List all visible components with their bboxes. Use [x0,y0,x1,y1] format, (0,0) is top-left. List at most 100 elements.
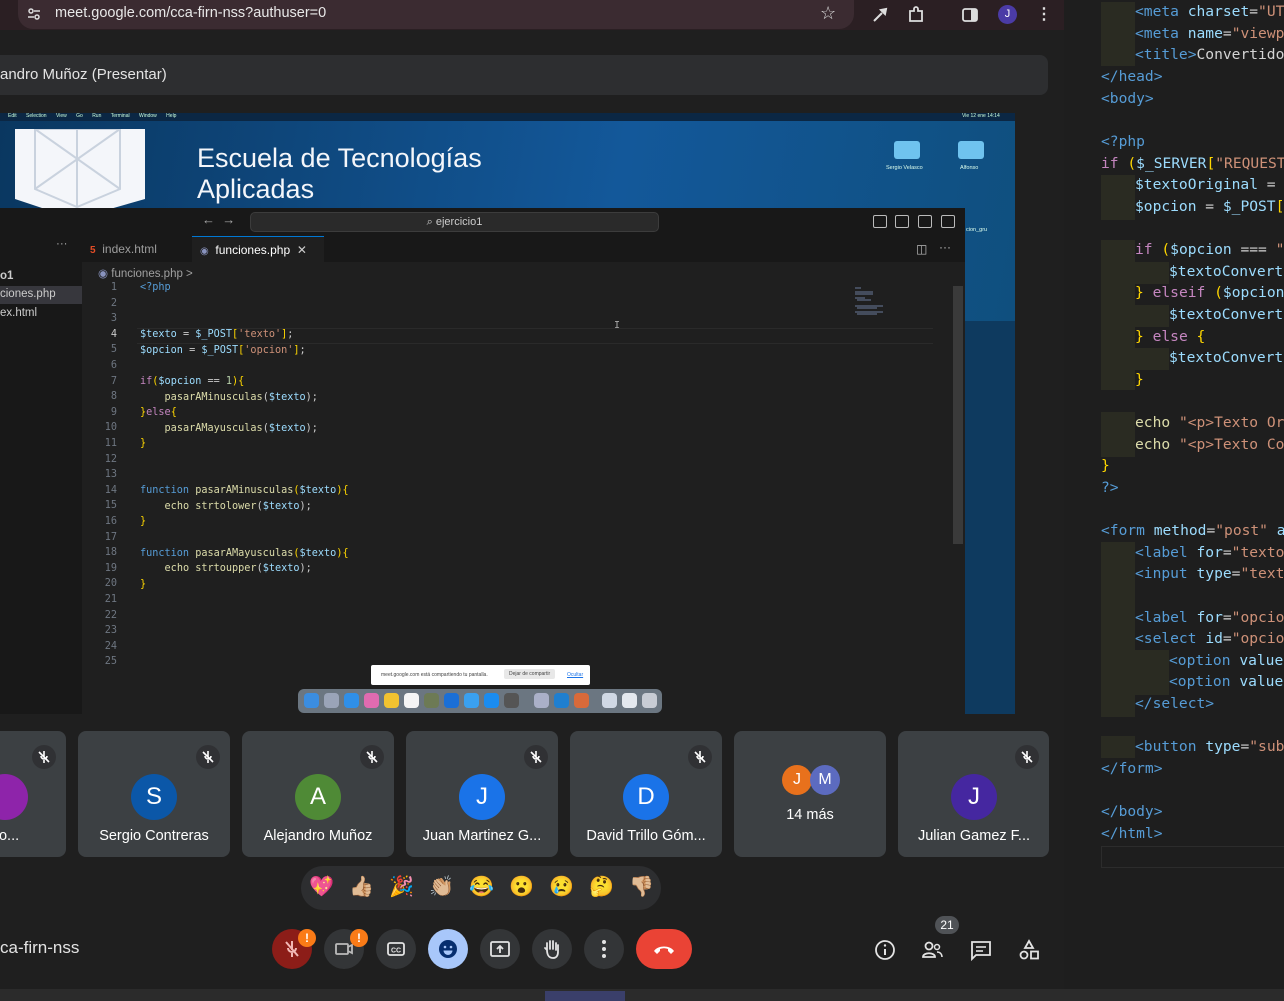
participant-tile[interactable]: J Juan Martinez G... [406,731,558,857]
current-line-highlight [1101,846,1284,868]
html-file-icon: 5 [90,245,96,256]
folder-icon[interactable] [602,693,617,708]
hide-notice-link[interactable]: Ocultar [567,672,583,678]
reaction-clap[interactable]: 👏🏼 [429,874,454,899]
chat-icon[interactable] [969,938,993,962]
customize-layout-icon[interactable] [941,215,955,228]
activities-icon[interactable] [1017,938,1041,962]
breadcrumb-text[interactable]: funciones.php > [111,268,193,280]
emoji-reactions-button[interactable] [428,929,468,969]
code-line: } [140,438,147,449]
participant-name: David Trillo Góm... [586,828,706,844]
site-settings-icon[interactable] [26,6,42,22]
line-number: 24 [104,640,117,652]
folder-icon[interactable] [958,141,984,159]
reaction-thumbs-down[interactable]: 👎🏼 [629,874,654,899]
raise-hand-button[interactable] [532,929,572,969]
line-number: 10 [104,422,117,434]
close-tab-icon[interactable]: ✕ [297,243,307,257]
participant-tile[interactable]: S Sergio Contreras [78,731,230,857]
code-line: pasarAMinusculas($texto); [164,392,318,403]
participant-tile[interactable]: A Alejandro Muñoz [242,731,394,857]
taskbar-item [545,991,625,1001]
app-icon[interactable] [574,693,589,708]
menubar-item: Edit [8,113,17,119]
code-line: }else{ [140,407,177,418]
minimap[interactable] [855,286,887,316]
code-line: $opcion = $_POST[ [1135,198,1284,215]
code-line: if($opcion == 1){ [140,376,245,387]
calendar-icon[interactable] [404,693,419,708]
nav-arrows-icon[interactable]: ← → [202,212,235,227]
toggle-secondary-sidebar-icon[interactable] [918,215,932,228]
explorer-file[interactable]: ex.html [0,307,37,319]
editor-more-icon[interactable]: ··· [939,240,951,254]
avatar: J [782,765,812,795]
folder-icon[interactable] [894,141,920,159]
code-line: <label for="opcio [1135,609,1284,626]
reaction-sad[interactable]: 😢 [549,874,574,899]
app-store-icon[interactable] [484,693,499,708]
app-icon[interactable] [534,693,549,708]
app-icon[interactable] [444,693,459,708]
present-now-button[interactable] [480,929,520,969]
folder-icon[interactable] [622,693,637,708]
code-line: } elseif ($opcion [1135,284,1284,301]
svg-text:CC: CC [391,948,401,955]
participant-count-badge: 21 [935,916,959,934]
finder-icon[interactable] [304,693,319,708]
more-options-button[interactable] [584,929,624,969]
people-icon[interactable] [920,938,944,962]
side-panel-icon[interactable] [960,5,980,25]
extensions-icon[interactable] [906,5,926,25]
reaction-thumbs-up[interactable]: 👍🏼 [349,874,374,899]
command-center-search[interactable]: ⌕ ejercicio1 [250,212,659,232]
app-icon[interactable] [464,693,479,708]
reaction-thinking[interactable]: 🤔 [589,874,614,899]
participant-tile[interactable]: D David Trillo Góm... [570,731,722,857]
leave-call-button[interactable] [636,929,692,969]
browser-toolbar: meet.google.com/cca-firn-nss?authuser=0 … [0,0,1064,30]
url-text[interactable]: meet.google.com/cca-firn-nss?authuser=0 [55,5,326,21]
code-line: } [1135,371,1144,388]
reaction-laugh[interactable]: 😂 [469,874,494,899]
editor-scrollbar[interactable] [953,286,963,544]
stop-sharing-button[interactable]: Dejar de compartir [504,669,556,679]
eyedropper-icon[interactable] [870,5,890,25]
tab-funciones-php[interactable]: ◉ funciones.php ✕ [192,236,324,263]
settings-icon[interactable] [504,693,519,708]
explorer-sidebar: ··· o1 ciones.php ex.html [0,236,82,714]
split-editor-icon[interactable]: ◫ [916,242,927,256]
chrome-icon[interactable] [384,693,399,708]
participant-tile[interactable]: J Julian Gamez F... [898,731,1049,857]
code-editor[interactable]: 1 2 3 4 5 6 7 8 9 10 11 12 13 14 15 16 17 18 19 20 21 22 23 24 2… [82,280,952,710]
trash-icon[interactable] [642,693,657,708]
tab-index-html[interactable]: 5 index.html [90,236,190,262]
photos-icon[interactable] [364,693,379,708]
browser-menu-icon[interactable]: ⋮ [1036,4,1052,24]
explorer-folder[interactable]: o1 [0,270,13,282]
bookmark-star-icon[interactable]: ☆ [820,3,836,24]
reaction-surprised[interactable]: 😮 [509,874,534,899]
school-name-line: Escuela de Tecnologías [197,143,482,173]
php-file-icon: ◉ [98,268,109,280]
reaction-party[interactable]: 🎉 [389,874,414,899]
vscode-icon[interactable] [554,693,569,708]
school-logo-icon [15,129,145,219]
reaction-heart[interactable]: 💖 [309,874,334,899]
info-icon[interactable] [873,938,897,962]
safari-icon[interactable] [344,693,359,708]
explorer-file[interactable]: ciones.php [0,288,56,300]
avatar: J [951,774,997,820]
launchpad-icon[interactable] [324,693,339,708]
more-participants-tile[interactable]: J M 14 más [734,731,886,857]
code-line: $texto = $_POST['texto']; [140,329,294,340]
code-line: <button type="sub [1135,738,1284,755]
profile-avatar[interactable]: J [998,5,1017,24]
participant-tile[interactable]: el Bo... [0,731,66,857]
toggle-sidebar-icon[interactable] [873,215,887,228]
captions-button[interactable]: CC [376,929,416,969]
explorer-more-icon[interactable]: ··· [56,238,68,250]
toggle-panel-icon[interactable] [895,215,909,228]
app-icon[interactable] [424,693,439,708]
